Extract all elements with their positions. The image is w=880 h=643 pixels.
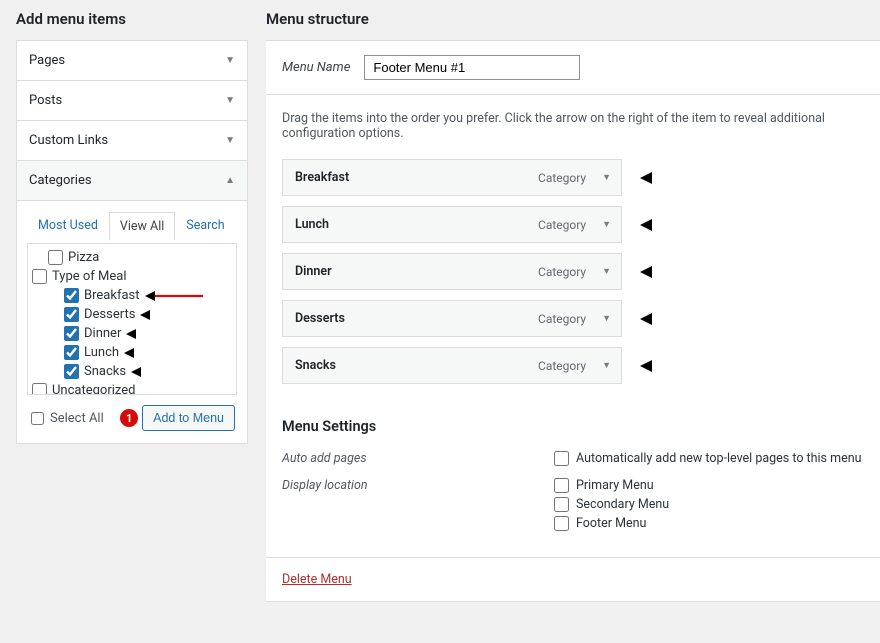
cat-pizza-checkbox[interactable] [48, 250, 63, 265]
menu-item-label: Snacks [295, 358, 538, 373]
cat-snacks-checkbox[interactable] [64, 364, 79, 379]
auto-add-pages-option[interactable]: Automatically add new top-level pages to… [554, 449, 864, 468]
display-location-label: Display location [282, 476, 554, 533]
tab-most-used[interactable]: Most Used [27, 211, 109, 239]
delete-menu-link[interactable]: Delete Menu [282, 572, 352, 587]
menu-name-input[interactable] [364, 55, 580, 80]
loc-primary-option[interactable]: Primary Menu [554, 476, 864, 495]
auto-add-pages-checkbox[interactable] [554, 451, 569, 466]
add-to-menu-button[interactable]: Add to Menu [142, 405, 235, 431]
categories-panel: Categories ▲ Most Used View All Search Pi… [16, 160, 248, 444]
custom-links-panel[interactable]: Custom Links ▼ [16, 120, 248, 161]
menu-item-desserts[interactable]: Desserts Category ▼ [282, 300, 622, 337]
cat-uncategorized-checkbox[interactable] [32, 383, 47, 395]
categories-tabs: Most Used View All Search [27, 211, 237, 239]
menu-item-type: Category [538, 359, 586, 373]
chevron-down-icon[interactable]: ▼ [602, 172, 611, 183]
cat-snacks-label: Snacks [84, 364, 126, 379]
chevron-down-icon[interactable]: ▼ [602, 360, 611, 371]
menu-item-type: Category [538, 171, 586, 185]
arrow-red-icon [640, 218, 740, 232]
chevron-down-icon: ▼ [225, 55, 235, 66]
add-menu-items-title: Add menu items [16, 0, 248, 40]
menu-item-label: Desserts [295, 311, 538, 326]
cat-lunch-label: Lunch [84, 345, 119, 360]
cat-dinner-label: Dinner [84, 326, 121, 341]
cat-desserts-label: Desserts [84, 307, 135, 322]
auto-add-pages-text: Automatically add new top-level pages to… [576, 451, 862, 466]
cat-type-of-meal-checkbox[interactable] [32, 269, 47, 284]
select-all[interactable]: Select All [31, 411, 104, 426]
cat-type-of-meal-label: Type of Meal [52, 269, 127, 284]
arrow-red-icon [131, 366, 191, 378]
menu-structure-title: Menu structure [266, 0, 880, 40]
posts-panel[interactable]: Posts ▼ [16, 80, 248, 121]
chevron-down-icon[interactable]: ▼ [602, 219, 611, 230]
pages-panel-label: Pages [29, 53, 65, 68]
select-all-label: Select All [50, 411, 104, 426]
menu-item-label: Lunch [295, 217, 538, 232]
menu-item-type: Category [538, 265, 586, 279]
arrow-red-icon [640, 171, 740, 185]
custom-links-panel-label: Custom Links [29, 133, 108, 148]
chevron-up-icon: ▲ [225, 175, 235, 186]
loc-primary-checkbox[interactable] [554, 478, 569, 493]
step-badge: 1 [120, 409, 138, 427]
loc-secondary-text: Secondary Menu [576, 497, 669, 512]
arrow-red-icon [140, 309, 200, 321]
loc-footer-checkbox[interactable] [554, 516, 569, 531]
chevron-down-icon: ▼ [225, 95, 235, 106]
tab-view-all[interactable]: View All [109, 212, 175, 240]
cat-pizza-label: Pizza [68, 250, 99, 265]
menu-instructions: Drag the items into the order you prefer… [282, 111, 864, 141]
arrow-red-icon [126, 328, 186, 340]
menu-item-label: Dinner [295, 264, 538, 279]
arrow-red-icon [124, 347, 184, 359]
select-all-checkbox[interactable] [31, 412, 44, 425]
posts-panel-label: Posts [29, 93, 62, 108]
arrow-red-icon [640, 359, 740, 373]
arrow-red-icon [640, 265, 740, 279]
menu-item-label: Breakfast [295, 170, 538, 185]
menu-item-breakfast[interactable]: Breakfast Category ▼ [282, 159, 622, 196]
cat-lunch-checkbox[interactable] [64, 345, 79, 360]
cat-uncategorized-label: Uncategorized [52, 383, 135, 395]
arrow-red-icon [640, 312, 740, 326]
menu-name-label: Menu Name [282, 60, 350, 75]
loc-primary-text: Primary Menu [576, 478, 654, 493]
cat-desserts-checkbox[interactable] [64, 307, 79, 322]
chevron-down-icon: ▼ [225, 135, 235, 146]
tab-search[interactable]: Search [175, 211, 235, 239]
menu-item-lunch[interactable]: Lunch Category ▼ [282, 206, 622, 243]
cat-breakfast-label: Breakfast [84, 288, 140, 303]
categories-panel-label: Categories [29, 173, 92, 188]
auto-add-pages-label: Auto add pages [282, 449, 554, 468]
menu-name-bar: Menu Name [266, 41, 880, 95]
loc-secondary-option[interactable]: Secondary Menu [554, 495, 864, 514]
pages-panel[interactable]: Pages ▼ [16, 40, 248, 81]
categories-list[interactable]: Pizza Type of Meal Breakfast Desserts Di… [27, 243, 237, 395]
chevron-down-icon[interactable]: ▼ [602, 313, 611, 324]
menu-item-snacks[interactable]: Snacks Category ▼ [282, 347, 622, 384]
arrow-red-icon [145, 290, 205, 302]
categories-panel-header[interactable]: Categories ▲ [17, 161, 247, 201]
menu-item-type: Category [538, 312, 586, 326]
loc-footer-text: Footer Menu [576, 516, 646, 531]
chevron-down-icon[interactable]: ▼ [602, 266, 611, 277]
cat-breakfast-checkbox[interactable] [64, 288, 79, 303]
loc-secondary-checkbox[interactable] [554, 497, 569, 512]
menu-item-type: Category [538, 218, 586, 232]
cat-dinner-checkbox[interactable] [64, 326, 79, 341]
loc-footer-option[interactable]: Footer Menu [554, 514, 864, 533]
menu-item-dinner[interactable]: Dinner Category ▼ [282, 253, 622, 290]
menu-settings-heading: Menu Settings [282, 418, 864, 435]
